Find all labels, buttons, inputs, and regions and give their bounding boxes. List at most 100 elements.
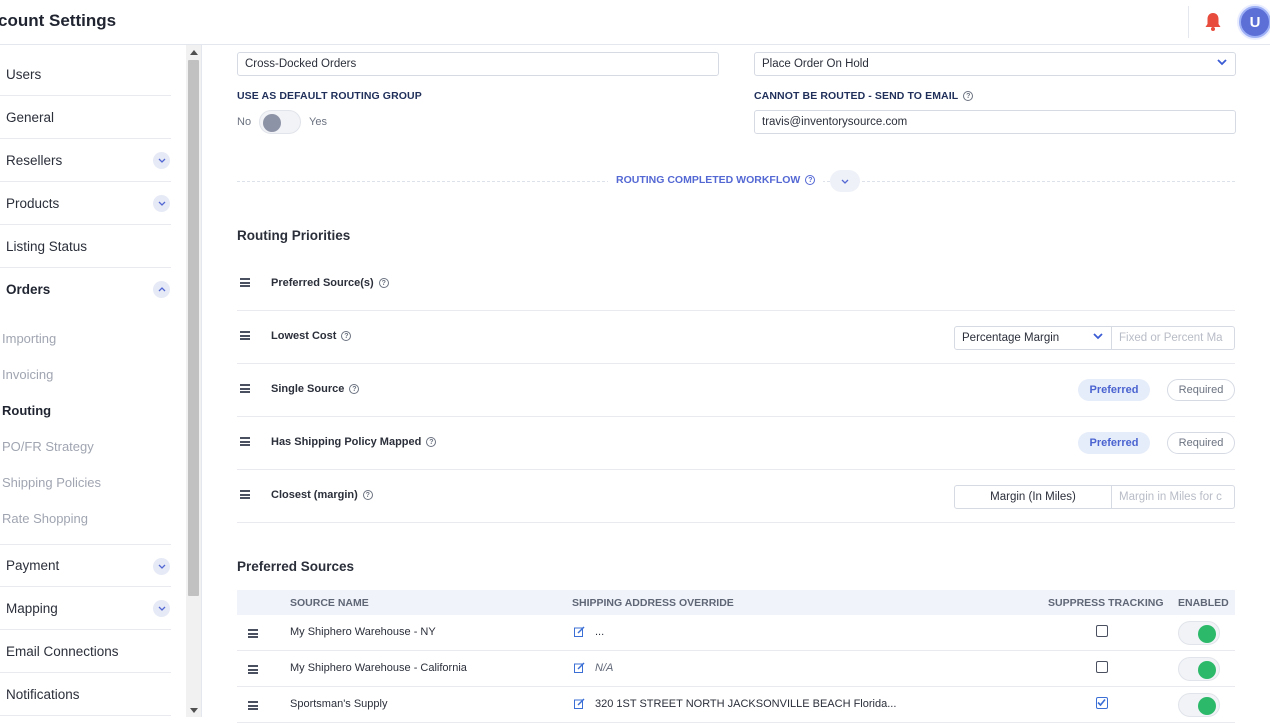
sidebar-subitem-rate-shopping[interactable]: Rate Shopping [2, 511, 88, 526]
table-row: Sportsman's Supply 320 1ST STREET NORTH … [237, 687, 1235, 723]
sidebar-item-listing-status[interactable]: Listing Status [0, 225, 171, 268]
address-override: N/A [595, 662, 614, 674]
chevron-down-icon [1217, 59, 1227, 66]
table-row: My Shiphero Warehouse - California N/A [237, 651, 1235, 687]
chevron-down-icon[interactable] [153, 152, 170, 169]
drag-handle-icon[interactable] [240, 437, 250, 446]
sidebar-item-label: Users [6, 66, 42, 82]
column-header[interactable]: SUPPRESS TRACKING [1048, 597, 1164, 609]
edit-icon[interactable] [574, 698, 585, 709]
lowest-cost-margin-select[interactable]: Percentage Margin [954, 326, 1112, 350]
drag-handle-icon[interactable] [240, 384, 250, 393]
column-header[interactable]: SOURCE NAME [290, 597, 369, 609]
drag-handle-icon[interactable] [248, 665, 258, 674]
drag-handle-icon[interactable] [248, 629, 258, 638]
lowest-cost-value-input[interactable]: Fixed or Percent Ma [1111, 326, 1235, 350]
sidebar-item-label: Listing Status [6, 238, 88, 254]
workflow-label-text: ROUTING COMPLETED WORKFLOW [616, 174, 801, 186]
help-icon[interactable]: ? [426, 437, 437, 448]
sidebar-item-notifications[interactable]: Notifications [0, 673, 171, 716]
help-icon[interactable]: ? [378, 278, 389, 289]
help-icon[interactable]: ? [349, 384, 360, 395]
column-header[interactable]: ENABLED [1178, 597, 1229, 609]
sidebar-subitem-routing[interactable]: Routing [2, 403, 51, 418]
chevron-down-icon[interactable] [153, 600, 170, 617]
suppress-tracking-checkbox[interactable] [1096, 697, 1108, 709]
priority-label: Preferred Source(s)? [271, 277, 389, 289]
drag-handle-icon[interactable] [240, 278, 250, 287]
chevron-down-icon[interactable] [153, 558, 170, 575]
workflow-expand-button[interactable] [830, 170, 860, 192]
table-header: SOURCE NAME SHIPPING ADDRESS OVERRIDE SU… [237, 590, 1235, 615]
help-icon[interactable]: ? [963, 91, 974, 102]
edit-icon[interactable] [574, 662, 585, 673]
closest-margin-input[interactable]: Margin in Miles for c [1111, 485, 1235, 509]
select-value: Percentage Margin [962, 332, 1060, 344]
sidebar-item-payment[interactable]: Payment [0, 544, 171, 587]
chevron-down-icon[interactable] [153, 195, 170, 212]
avatar[interactable]: U [1239, 6, 1270, 38]
preferred-button[interactable]: Preferred [1078, 379, 1150, 401]
sidebar-subitem-po-fr-strategy[interactable]: PO/FR Strategy [2, 439, 94, 454]
toggle-knob [263, 114, 281, 132]
chevron-down-icon [1093, 333, 1103, 340]
toggle-no-label: No [237, 116, 252, 128]
topbar-divider [1188, 6, 1189, 38]
default-group-toggle[interactable] [259, 110, 301, 134]
help-icon[interactable]: ? [805, 175, 816, 186]
checkmark-icon [1097, 698, 1106, 707]
required-button[interactable]: Required [1167, 379, 1235, 401]
sidebar-item-general[interactable]: General [0, 96, 171, 139]
sidebar-item-mapping[interactable]: Mapping [0, 587, 171, 630]
sidebar-item-email-connections[interactable]: Email Connections [0, 630, 171, 673]
sidebar-item-orders[interactable]: Orders [0, 268, 171, 311]
sidebar-item-label: Orders [6, 282, 51, 297]
suppress-tracking-checkbox[interactable] [1096, 625, 1108, 637]
drag-handle-icon[interactable] [240, 490, 250, 499]
preferred-button[interactable]: Preferred [1078, 432, 1150, 454]
enabled-toggle[interactable] [1178, 657, 1220, 681]
scroll-thumb[interactable] [188, 60, 199, 596]
priority-label-text: Preferred Source(s) [271, 277, 374, 289]
priority-row: Has Shipping Policy Mapped? Preferred Re… [237, 417, 1235, 470]
hold-action-select[interactable]: Place Order On Hold [754, 52, 1236, 76]
routing-group-name-input[interactable]: Cross-Docked Orders [237, 52, 719, 76]
priority-label-text: Closest (margin) [271, 489, 358, 501]
suppress-tracking-checkbox[interactable] [1096, 661, 1108, 673]
input-value: travis@inventorysource.com [762, 116, 908, 128]
drag-handle-icon[interactable] [248, 701, 258, 710]
sidebar-item-products[interactable]: Products [0, 182, 171, 225]
bell-icon[interactable] [1204, 12, 1222, 32]
scroll-down-icon[interactable] [190, 708, 198, 713]
priority-label-text: Single Source [271, 383, 345, 395]
enabled-toggle[interactable] [1178, 621, 1220, 645]
sidebar-item-label: Resellers [6, 152, 63, 168]
help-icon[interactable]: ? [341, 331, 352, 342]
chevron-up-icon[interactable] [153, 281, 170, 298]
table-row: My Shiphero Warehouse - NY ... [237, 615, 1235, 651]
address-override: 320 1ST STREET NORTH JACKSONVILLE BEACH … [595, 698, 897, 710]
cannot-route-email-input[interactable]: travis@inventorysource.com [754, 110, 1236, 134]
priority-row: Closest (margin)? Margin (In Miles) Marg… [237, 470, 1235, 523]
drag-handle-icon[interactable] [240, 331, 250, 340]
sidebar-item-label: General [6, 109, 55, 125]
cannot-route-label: CANNOT BE ROUTED - SEND TO EMAIL? [754, 90, 974, 102]
sidebar-item-label: Products [6, 195, 60, 211]
sidebar-scrollbar[interactable] [186, 45, 202, 717]
required-button[interactable]: Required [1167, 432, 1235, 454]
sidebar-subitem-importing[interactable]: Importing [2, 331, 56, 346]
closest-margin-select[interactable]: Margin (In Miles) [954, 485, 1112, 509]
column-header[interactable]: SHIPPING ADDRESS OVERRIDE [572, 597, 734, 609]
sidebar-subitem-shipping-policies[interactable]: Shipping Policies [2, 475, 101, 490]
toggle-knob [1198, 625, 1216, 643]
sidebar-subitem-invoicing[interactable]: Invoicing [2, 367, 53, 382]
scroll-up-icon[interactable] [190, 50, 198, 55]
workflow-label[interactable]: ROUTING COMPLETED WORKFLOW? [608, 174, 824, 186]
edit-icon[interactable] [574, 626, 585, 637]
sidebar-item-users[interactable]: Users [0, 53, 171, 96]
enabled-toggle[interactable] [1178, 693, 1220, 717]
help-icon[interactable]: ? [362, 490, 373, 501]
sidebar: Users General Resellers Products Listing… [0, 45, 186, 717]
source-name: My Shiphero Warehouse - California [290, 662, 467, 674]
sidebar-item-resellers[interactable]: Resellers [0, 139, 171, 182]
